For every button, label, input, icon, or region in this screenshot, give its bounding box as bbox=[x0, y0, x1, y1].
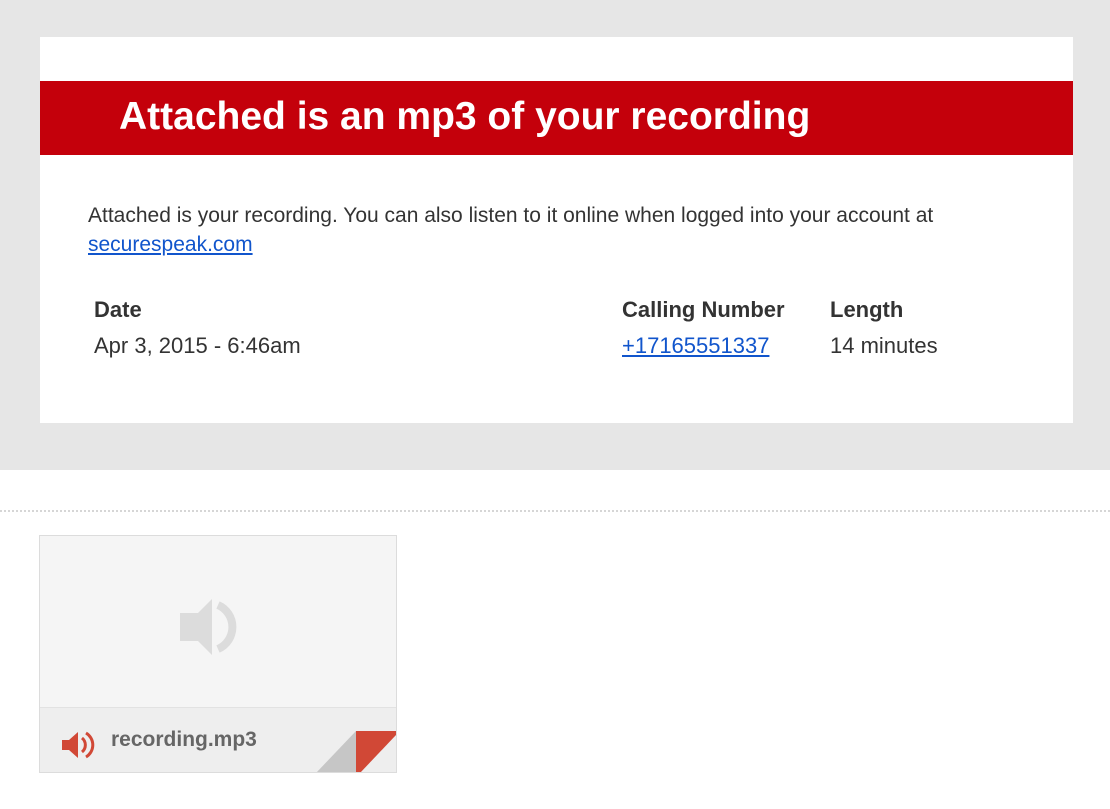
securespeak-link[interactable]: securespeak.com bbox=[88, 233, 253, 256]
length-header: Length bbox=[830, 297, 904, 322]
date-header: Date bbox=[94, 297, 142, 322]
page-curl-icon bbox=[316, 731, 396, 772]
attachment-filename[interactable]: recording.mp3 bbox=[111, 727, 257, 753]
date-value: Apr 3, 2015 - 6:46am bbox=[94, 333, 301, 358]
intro-paragraph: Attached is your recording. You can also… bbox=[88, 201, 1073, 259]
banner-title: Attached is an mp3 of your recording bbox=[119, 95, 811, 138]
calling-number-column: Calling Number +17165551337 bbox=[622, 292, 785, 364]
calling-number-link[interactable]: +17165551337 bbox=[622, 333, 769, 358]
length-column: Length 14 minutes bbox=[830, 292, 938, 364]
attachments-divider bbox=[0, 510, 1110, 512]
calling-number-header: Calling Number bbox=[622, 297, 785, 322]
intro-text: Attached is your recording. You can also… bbox=[88, 204, 934, 227]
length-value: 14 minutes bbox=[830, 333, 938, 358]
header-banner: Attached is an mp3 of your recording bbox=[40, 81, 1073, 155]
email-card: Attached is an mp3 of your recording Att… bbox=[40, 37, 1073, 423]
speaker-icon bbox=[62, 731, 95, 759]
large-speaker-icon bbox=[180, 599, 237, 655]
attachment-footer[interactable]: recording.mp3 bbox=[40, 707, 396, 772]
date-column: Date Apr 3, 2015 - 6:46am bbox=[94, 292, 301, 364]
